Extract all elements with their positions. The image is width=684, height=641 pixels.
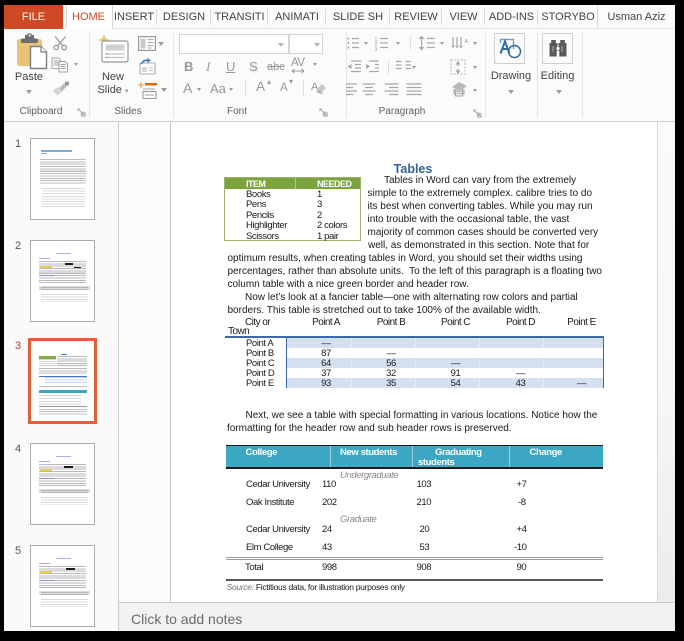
- svg-text:A: A: [465, 39, 469, 45]
- svg-text:3: 3: [375, 47, 378, 53]
